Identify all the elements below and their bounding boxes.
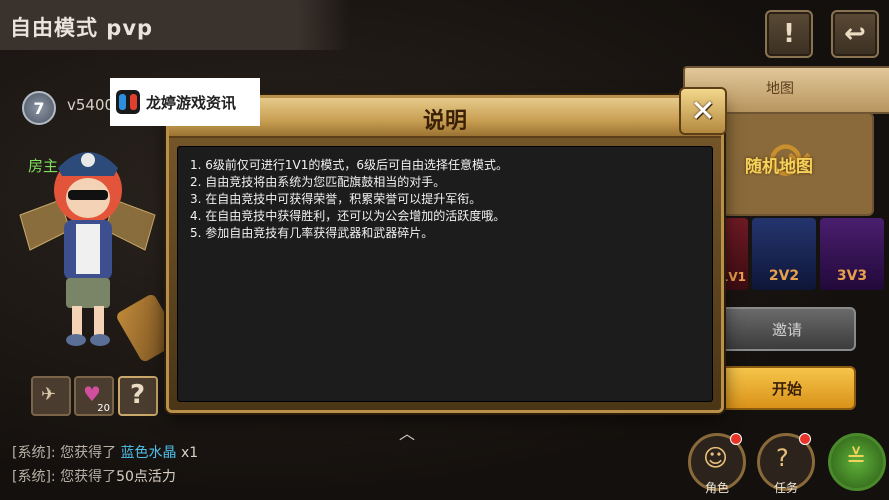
map-label: 地图 bbox=[766, 81, 794, 97]
invite-label: 邀请 bbox=[771, 320, 802, 339]
random-map-label: 随机地图 bbox=[745, 157, 813, 177]
character-portrait-icon: ☺ bbox=[703, 444, 729, 472]
dialog-line: 4. 在自由竞技中获得胜利，还可以为公会增加的活跃度哦。 bbox=[190, 209, 506, 223]
role-label: 角色 bbox=[705, 481, 730, 495]
paper-plane-icon: ✈ bbox=[41, 384, 57, 405]
inventory-slot-heart[interactable]: ♥ 20 bbox=[74, 376, 114, 416]
dialog-line: 1. 6级前仅可进行1V1的模式，6级后可自由选择任意模式。 bbox=[190, 158, 509, 172]
close-icon: ✕ bbox=[690, 93, 716, 129]
expand-menu-button[interactable]: ≚ bbox=[828, 433, 886, 491]
rank-badge: 7 bbox=[22, 91, 56, 125]
chat-line: [系统]: 您获得了 蓝色水晶 x1 bbox=[12, 442, 198, 462]
chevron-up-icon: ︿ bbox=[398, 424, 415, 443]
task-label: 任务 bbox=[774, 481, 799, 495]
item-count: 20 bbox=[97, 403, 110, 414]
start-label: 开始 bbox=[771, 379, 802, 398]
chat-line: [系统]: 您获得了50点活力 bbox=[12, 466, 176, 486]
chat-prefix: [系统]: 您获得了 bbox=[12, 445, 121, 461]
dialog-line: 5. 参加自由竞技有几率获得武器和武器碎片。 bbox=[190, 226, 434, 240]
invite-button[interactable]: 邀请 bbox=[718, 307, 856, 351]
chat-expand-button[interactable]: ︿ bbox=[394, 420, 420, 443]
info-dialog: 说明 1. 6级前仅可进行1V1的模式，6级后可自由选择任意模式。 2. 自由竞… bbox=[166, 95, 724, 413]
mode-label: 3V3 bbox=[836, 268, 868, 284]
chat-item-count: x1 bbox=[176, 445, 199, 461]
return-arrow-icon: ↩ bbox=[844, 19, 866, 49]
mode-card-3v3[interactable]: 3V3 bbox=[820, 218, 884, 290]
dialog-lines: 1. 6级前仅可进行1V1的模式，6级后可自由选择任意模式。 2. 自由竞技将由… bbox=[190, 157, 508, 242]
notification-dot bbox=[799, 433, 811, 445]
dialog-line: 3. 在自由竞技中可获得荣誉，积累荣誉可以提升军衔。 bbox=[190, 192, 482, 206]
chat-prefix: [系统]: 您获得了 bbox=[12, 469, 117, 485]
dialog-close-button[interactable]: ✕ bbox=[679, 87, 727, 135]
start-button[interactable]: 开始 bbox=[718, 366, 856, 410]
mode-label: 2V2 bbox=[768, 268, 800, 284]
player-id: v5400 bbox=[67, 96, 115, 114]
switch-logo-icon bbox=[116, 90, 140, 114]
question-mark-icon: ? bbox=[130, 380, 146, 410]
page-title: 自由模式 pvp bbox=[10, 16, 154, 40]
dialog-body: 1. 6级前仅可进行1V1的模式，6级后可自由选择任意模式。 2. 自由竞技将由… bbox=[177, 146, 713, 402]
inventory-slot-unknown[interactable]: ? bbox=[118, 376, 158, 416]
notification-dot bbox=[730, 433, 742, 445]
exclamation-icon: ! bbox=[783, 19, 795, 49]
chat-reward: 50点活力 bbox=[116, 469, 176, 485]
watermark-text: 龙婷游戏资讯 bbox=[146, 93, 237, 112]
chat-item-name: 蓝色水晶 bbox=[120, 445, 177, 461]
mode-card-2v2[interactable]: 2V2 bbox=[752, 218, 816, 290]
notice-button[interactable]: ! bbox=[765, 10, 813, 58]
double-chevron-down-icon: ≚ bbox=[846, 444, 867, 472]
back-button[interactable]: ↩ bbox=[831, 10, 879, 58]
dialog-line: 2. 自由竞技将由系统为您匹配旗鼓相当的对手。 bbox=[190, 175, 446, 189]
quest-scroll-icon: ? bbox=[776, 444, 789, 472]
watermark: 龙婷游戏资讯 bbox=[110, 78, 260, 126]
inventory-slot-paper-plane[interactable]: ✈ bbox=[31, 376, 71, 416]
